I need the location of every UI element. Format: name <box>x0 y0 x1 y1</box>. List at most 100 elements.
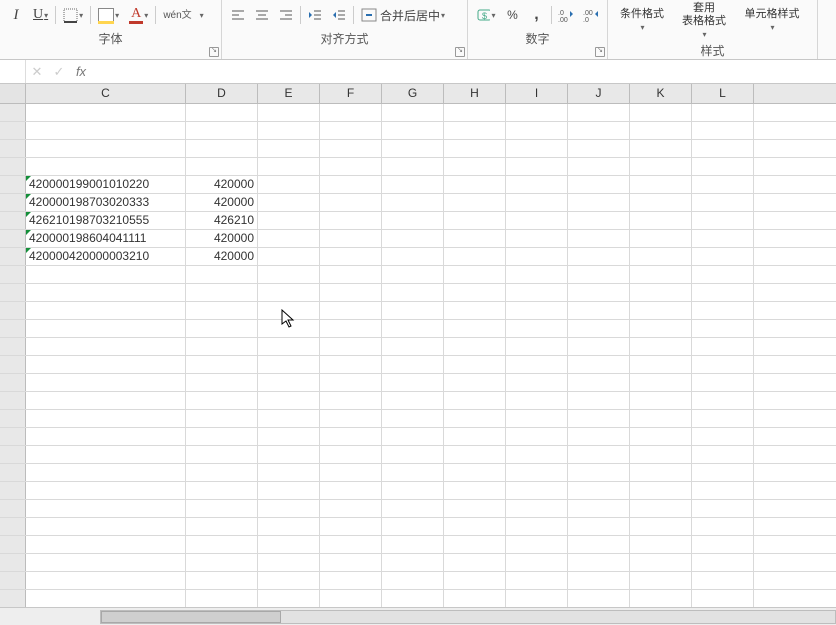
cell[interactable] <box>186 536 258 553</box>
cell[interactable] <box>692 302 754 319</box>
cell[interactable] <box>506 194 568 211</box>
cell[interactable] <box>186 500 258 517</box>
row-header[interactable] <box>0 554 26 571</box>
col-header-E[interactable]: E <box>258 84 320 103</box>
cell[interactable]: 420000198703020333 <box>26 194 186 211</box>
cell[interactable] <box>382 590 444 607</box>
cell[interactable] <box>444 536 506 553</box>
cell[interactable] <box>320 356 382 373</box>
font-dialog-launcher[interactable] <box>209 47 219 57</box>
cell[interactable] <box>258 464 320 481</box>
cell[interactable] <box>630 266 692 283</box>
align-dialog-launcher[interactable] <box>455 47 465 57</box>
cell[interactable] <box>630 302 692 319</box>
cell[interactable] <box>258 230 320 247</box>
cell[interactable] <box>444 140 506 157</box>
cell[interactable] <box>506 266 568 283</box>
cell[interactable] <box>630 482 692 499</box>
number-dialog-launcher[interactable] <box>595 47 605 57</box>
cell[interactable]: 420000 <box>186 230 258 247</box>
cell[interactable] <box>568 338 630 355</box>
row-header[interactable] <box>0 536 26 553</box>
cell[interactable] <box>506 338 568 355</box>
cell[interactable] <box>258 392 320 409</box>
cell[interactable] <box>320 518 382 535</box>
cell[interactable] <box>692 230 754 247</box>
cell[interactable] <box>630 140 692 157</box>
horizontal-scrollbar[interactable] <box>0 607 836 625</box>
row-header[interactable] <box>0 176 26 193</box>
cell[interactable] <box>186 302 258 319</box>
col-header-H[interactable]: H <box>444 84 506 103</box>
cell[interactable] <box>320 284 382 301</box>
cell[interactable] <box>444 122 506 139</box>
row-header[interactable] <box>0 194 26 211</box>
row-header[interactable] <box>0 446 26 463</box>
cell[interactable] <box>186 356 258 373</box>
cell[interactable] <box>382 536 444 553</box>
col-header-I[interactable]: I <box>506 84 568 103</box>
cell[interactable] <box>630 158 692 175</box>
cell[interactable] <box>320 176 382 193</box>
cell[interactable] <box>320 158 382 175</box>
cell[interactable] <box>26 158 186 175</box>
cell[interactable] <box>444 176 506 193</box>
cell[interactable] <box>568 266 630 283</box>
cell[interactable] <box>506 356 568 373</box>
cell[interactable] <box>320 590 382 607</box>
cell[interactable] <box>444 392 506 409</box>
cell[interactable] <box>382 284 444 301</box>
cell[interactable] <box>26 320 186 337</box>
cell[interactable] <box>186 590 258 607</box>
cell[interactable] <box>692 374 754 391</box>
cell[interactable] <box>506 248 568 265</box>
cell[interactable] <box>506 302 568 319</box>
cell[interactable] <box>692 428 754 445</box>
cell[interactable] <box>630 194 692 211</box>
align-right-button[interactable] <box>276 5 296 25</box>
cell[interactable] <box>692 356 754 373</box>
cell[interactable] <box>692 392 754 409</box>
align-center-button[interactable] <box>252 5 272 25</box>
cell[interactable] <box>320 230 382 247</box>
cell[interactable] <box>382 104 444 121</box>
cell[interactable] <box>382 212 444 229</box>
cell[interactable] <box>506 140 568 157</box>
row-header[interactable] <box>0 104 26 121</box>
row-header[interactable] <box>0 230 26 247</box>
cell[interactable] <box>568 500 630 517</box>
sheet-grid[interactable]: CDEFGHIJKL 42000019900101022042000042000… <box>0 84 836 624</box>
cell[interactable] <box>506 482 568 499</box>
col-header-K[interactable]: K <box>630 84 692 103</box>
cell[interactable] <box>26 392 186 409</box>
row-header[interactable] <box>0 374 26 391</box>
cell[interactable] <box>258 176 320 193</box>
cell[interactable] <box>320 500 382 517</box>
fill-color-button[interactable]: ▾ <box>95 5 122 25</box>
col-header-L[interactable]: L <box>692 84 754 103</box>
cell[interactable] <box>320 302 382 319</box>
cell[interactable] <box>382 158 444 175</box>
cell[interactable] <box>382 446 444 463</box>
row-header[interactable] <box>0 482 26 499</box>
cell[interactable] <box>382 374 444 391</box>
cell[interactable] <box>506 518 568 535</box>
cell[interactable] <box>506 122 568 139</box>
cell[interactable] <box>692 284 754 301</box>
cell[interactable] <box>382 248 444 265</box>
cell[interactable] <box>568 212 630 229</box>
cell[interactable] <box>186 410 258 427</box>
cell[interactable] <box>692 122 754 139</box>
row-header[interactable] <box>0 392 26 409</box>
cell[interactable] <box>692 572 754 589</box>
font-color-button[interactable]: A▾ <box>126 5 151 25</box>
cell[interactable] <box>382 176 444 193</box>
cell[interactable] <box>630 536 692 553</box>
increase-decimal-button[interactable]: .0.00 <box>555 5 576 25</box>
cell[interactable] <box>444 266 506 283</box>
cell[interactable] <box>444 194 506 211</box>
cell[interactable] <box>26 104 186 121</box>
cell[interactable] <box>320 140 382 157</box>
cell[interactable] <box>692 320 754 337</box>
cell[interactable] <box>630 518 692 535</box>
